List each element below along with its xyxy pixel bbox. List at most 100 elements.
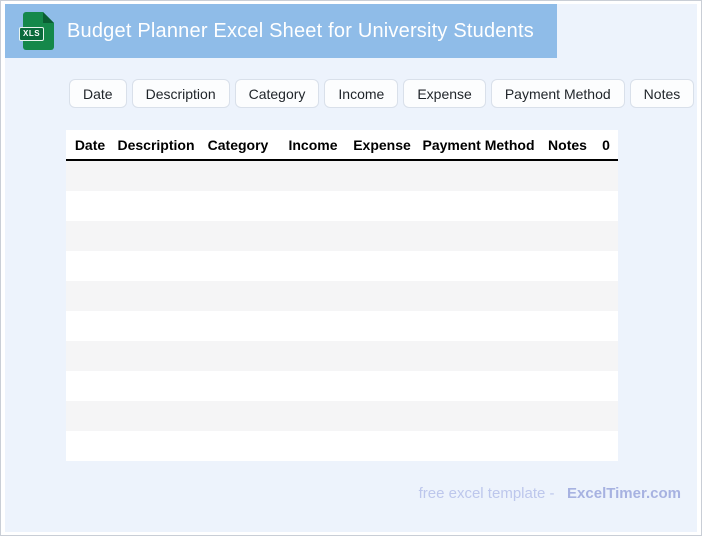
- table-cell: [198, 221, 278, 251]
- footer-credit: free excel template - ExcelTimer.com: [419, 485, 681, 502]
- table-cell: [541, 251, 594, 281]
- table-cell: [594, 311, 618, 341]
- table-cell: [198, 311, 278, 341]
- filter-chip-category[interactable]: Category: [234, 79, 320, 108]
- filter-chip-payment-method[interactable]: Payment Method: [490, 79, 625, 108]
- table-cell: [594, 161, 618, 191]
- table-cell: [66, 371, 114, 401]
- column-header-income: Income: [288, 136, 338, 153]
- table-cell: [114, 431, 198, 461]
- table-body: [66, 161, 618, 461]
- table-cell: [66, 341, 114, 371]
- table-cell: [66, 311, 114, 341]
- table-cell: [278, 311, 348, 341]
- table-cell: [114, 191, 198, 221]
- table-cell: [348, 341, 416, 371]
- table-cell: [278, 191, 348, 221]
- table-cell: [594, 401, 618, 431]
- table-cell: [198, 401, 278, 431]
- table-cell: [348, 161, 416, 191]
- table-row: [66, 161, 618, 191]
- table-cell: [541, 431, 594, 461]
- table-cell: [416, 191, 541, 221]
- table-cell: [594, 221, 618, 251]
- table-row: [66, 311, 618, 341]
- footer-brand-link[interactable]: ExcelTimer.com: [567, 485, 681, 502]
- column-header-date: Date: [74, 136, 106, 153]
- table-cell: [416, 251, 541, 281]
- table-cell: [416, 371, 541, 401]
- page: XLS Budget Planner Excel Sheet for Unive…: [0, 0, 702, 536]
- table-cell: [278, 431, 348, 461]
- table-cell: [114, 251, 198, 281]
- table-cell: [198, 371, 278, 401]
- column-header-payment-method: Payment Method: [422, 136, 535, 153]
- table-cell: [594, 251, 618, 281]
- table-cell: [541, 341, 594, 371]
- table-cell: [66, 191, 114, 221]
- table-row: [66, 251, 618, 281]
- table-cell: [278, 401, 348, 431]
- table-cell: [348, 191, 416, 221]
- filter-chip-notes[interactable]: Notes: [629, 79, 695, 108]
- table-cell: [66, 251, 114, 281]
- table-cell: [348, 221, 416, 251]
- column-header-expense: Expense: [353, 136, 411, 153]
- table-cell: [348, 281, 416, 311]
- table-cell: [594, 191, 618, 221]
- page-background: XLS Budget Planner Excel Sheet for Unive…: [5, 4, 697, 532]
- table-cell: [278, 221, 348, 251]
- table-cell: [594, 431, 618, 461]
- table-cell: [416, 401, 541, 431]
- budget-table: Date Description Category Income Expense Paym…: [66, 130, 618, 461]
- column-header-0: 0: [602, 136, 610, 153]
- table-cell: [66, 431, 114, 461]
- table-cell: [198, 251, 278, 281]
- xls-file-icon: XLS: [19, 12, 54, 50]
- table-cell: [541, 311, 594, 341]
- xls-badge-label: XLS: [19, 27, 45, 41]
- table-row: [66, 431, 618, 461]
- table-cell: [594, 281, 618, 311]
- filter-chip-date[interactable]: Date: [69, 79, 127, 108]
- table-cell: [416, 221, 541, 251]
- table-row: [66, 341, 618, 371]
- column-header-description: Description: [117, 136, 195, 153]
- table-row: [66, 281, 618, 311]
- filter-chip-expense[interactable]: Expense: [403, 79, 486, 108]
- table-cell: [541, 371, 594, 401]
- table-cell: [541, 281, 594, 311]
- table-cell: [198, 341, 278, 371]
- filter-chip-income[interactable]: Income: [324, 79, 399, 108]
- table-cell: [416, 281, 541, 311]
- table-cell: [114, 161, 198, 191]
- table-cell: [198, 161, 278, 191]
- column-header-notes: Notes: [548, 136, 587, 153]
- table-cell: [278, 281, 348, 311]
- header-banner: XLS Budget Planner Excel Sheet for Unive…: [5, 4, 557, 58]
- table-cell: [278, 251, 348, 281]
- table-cell: [348, 251, 416, 281]
- column-header-category: Category: [207, 136, 269, 153]
- table-cell: [114, 341, 198, 371]
- table-cell: [198, 281, 278, 311]
- table-cell: [278, 341, 348, 371]
- table-cell: [114, 221, 198, 251]
- table-cell: [66, 221, 114, 251]
- table-cell: [66, 401, 114, 431]
- table-cell: [114, 371, 198, 401]
- table-cell: [348, 311, 416, 341]
- table-cell: [541, 221, 594, 251]
- table-cell: [278, 161, 348, 191]
- table-cell: [114, 281, 198, 311]
- table-cell: [278, 371, 348, 401]
- table-cell: [198, 431, 278, 461]
- table-row: [66, 221, 618, 251]
- table-cell: [66, 161, 114, 191]
- table-cell: [541, 401, 594, 431]
- table-row: [66, 371, 618, 401]
- table-cell: [541, 191, 594, 221]
- filter-chip-description[interactable]: Description: [131, 79, 230, 108]
- table-cell: [416, 341, 541, 371]
- table-cell: [594, 371, 618, 401]
